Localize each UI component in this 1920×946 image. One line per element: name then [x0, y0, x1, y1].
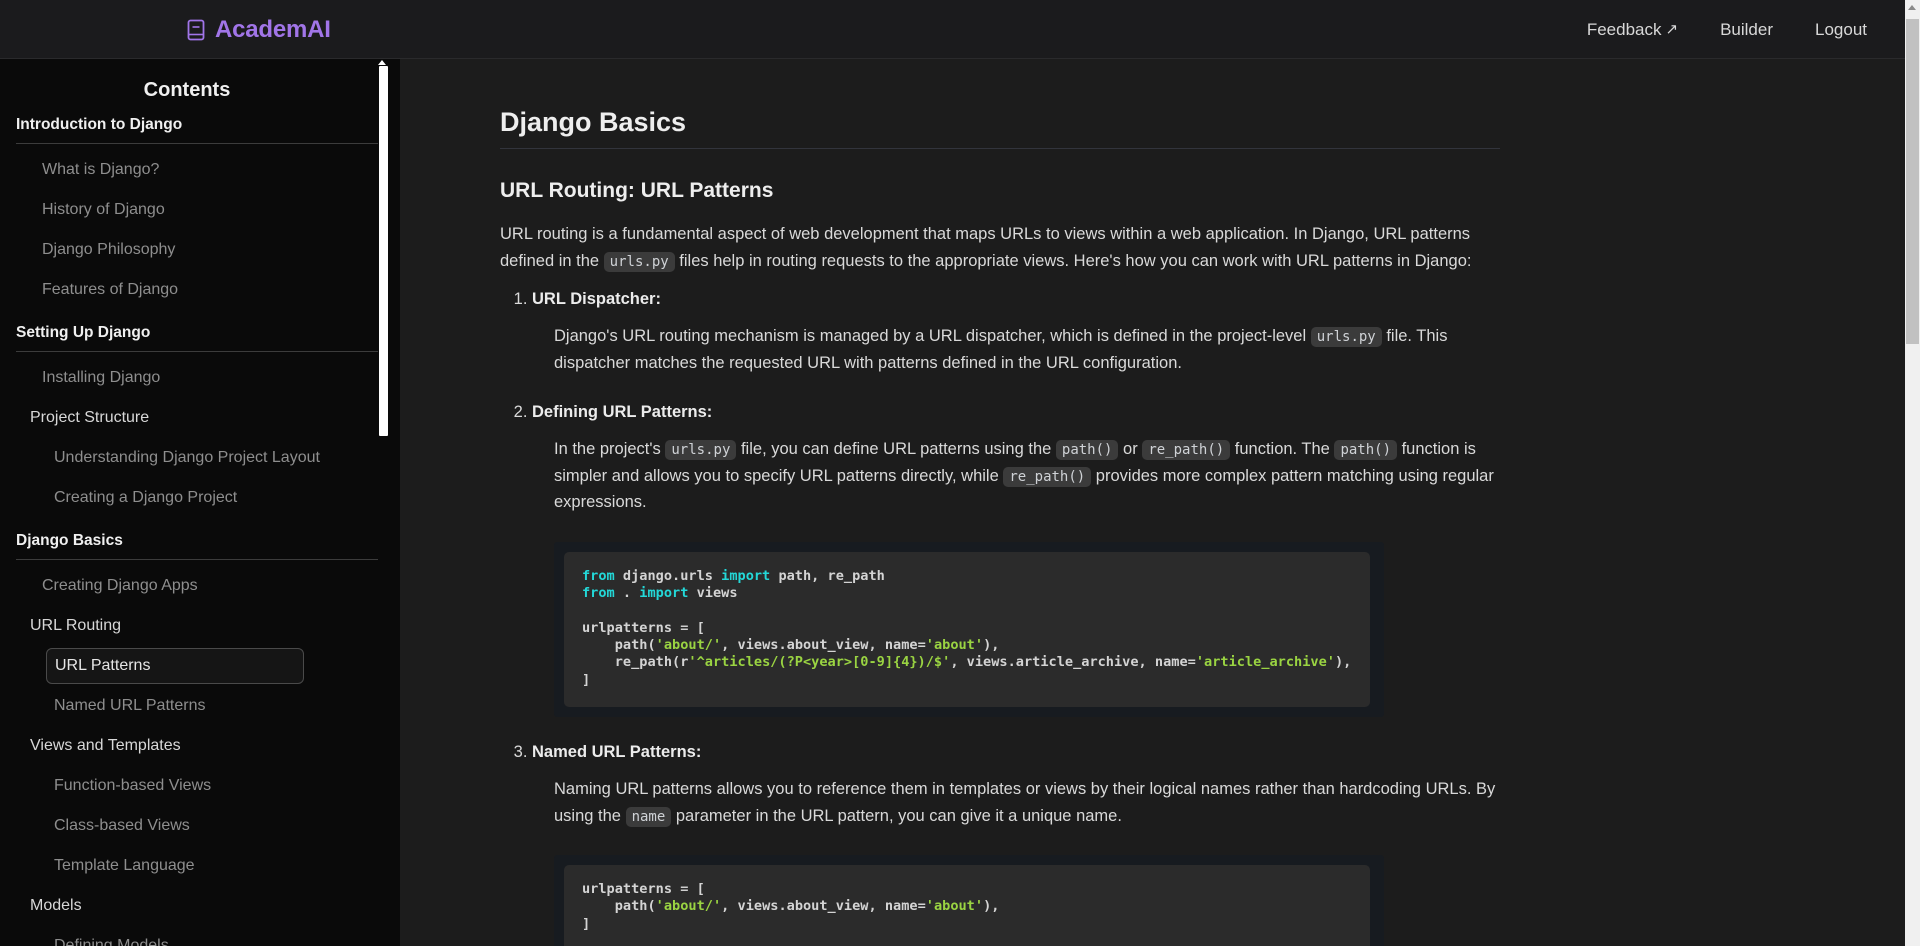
- step-3-heading: Named URL Patterns:: [532, 742, 702, 761]
- sidebar-item-installing-django[interactable]: Installing Django: [0, 358, 400, 398]
- step-2-text-4: function. The: [1230, 439, 1335, 458]
- sidebar-section-setting-up-django: Setting Up Django: [16, 324, 151, 341]
- book-icon: [186, 19, 206, 41]
- sidebar-item-django-philosophy[interactable]: Django Philosophy: [0, 230, 400, 270]
- step-1-heading: URL Dispatcher:: [532, 290, 661, 309]
- step-3-body: Naming URL patterns allows you to refere…: [554, 776, 1500, 829]
- step-2-text-3: or: [1118, 439, 1143, 458]
- sidebar-divider: [16, 143, 380, 144]
- step-1-text-1: Django's URL routing mechanism is manage…: [554, 327, 1311, 346]
- list-item: Named URL Patterns: Naming URL patterns …: [532, 743, 1500, 946]
- nav-link-logout[interactable]: Logout: [1815, 20, 1867, 40]
- title-divider: [500, 148, 1500, 149]
- step-2-text-1: In the project's: [554, 439, 666, 458]
- step-2-body: In the project's urls.py file, you can d…: [554, 436, 1500, 516]
- sidebar-item-models[interactable]: Models: [0, 886, 400, 926]
- sidebar-divider: [16, 351, 380, 352]
- sidebar-item-list: Introduction to Django What is Django? His…: [0, 116, 400, 946]
- sidebar-item-named-url-patterns[interactable]: Named URL Patterns: [0, 686, 400, 726]
- sidebar-section-introduction-to-django: Introduction to Django: [16, 116, 183, 133]
- nav-feedback-label: Feedback: [1586, 19, 1662, 39]
- sidebar-scroll-up-arrow-icon[interactable]: [378, 60, 386, 65]
- step-2-heading: Defining URL Patterns:: [532, 402, 713, 421]
- sidebar-scrollbar-thumb[interactable]: [379, 66, 388, 436]
- sidebar-item-function-based-views[interactable]: Function-based Views: [0, 766, 400, 806]
- main-content-area: Django Basics URL Routing: URL Patterns …: [400, 59, 1905, 946]
- inline-code-urls-py: urls.py: [603, 251, 675, 272]
- brand-logo-link[interactable]: AcademAI: [186, 0, 331, 59]
- step-2-text-2: file, you can define URL patterns using …: [736, 439, 1056, 458]
- inline-code-re-path-2: re_path(): [1003, 466, 1092, 487]
- external-link-arrow-icon: ↗: [1665, 21, 1679, 38]
- list-item: Defining URL Patterns: In the project's …: [532, 403, 1500, 717]
- sidebar-item-creating-a-django-project[interactable]: Creating a Django Project: [0, 478, 400, 518]
- list-item: URL Dispatcher: Django's URL routing mec…: [532, 290, 1500, 376]
- inline-code-path-2: path(): [1334, 439, 1398, 460]
- sidebar-item-project-structure[interactable]: Project Structure: [0, 398, 400, 438]
- sidebar-item-history-of-django[interactable]: History of Django: [0, 190, 400, 230]
- code-block-2[interactable]: urlpatterns = [ path('about/', views.abo…: [564, 865, 1370, 946]
- top-navigation: Feedback ↗ Builder Logout: [1587, 0, 1867, 59]
- code-block-container-1: from django.urls import path, re_path fr…: [554, 542, 1384, 717]
- sidebar-item-template-language[interactable]: Template Language: [0, 846, 400, 886]
- intro-text-part-2: files help in routing requests to the ap…: [674, 251, 1472, 270]
- nav-builder-label: Builder: [1720, 19, 1773, 39]
- document-body: Django Basics URL Routing: URL Patterns …: [500, 59, 1500, 946]
- sidebar-heading: Contents: [143, 79, 231, 101]
- brand-title: AcademAI: [215, 15, 331, 43]
- contents-sidebar: Contents Introduction to Django What is D…: [0, 59, 400, 946]
- sidebar-divider: [16, 559, 380, 560]
- sidebar-item-class-based-views[interactable]: Class-based Views: [0, 806, 400, 846]
- sidebar-item-url-routing[interactable]: URL Routing: [0, 606, 400, 646]
- sidebar-item-features-of-django[interactable]: Features of Django: [0, 270, 400, 310]
- page-body: Contents Introduction to Django What is D…: [0, 59, 1905, 946]
- nav-link-feedback[interactable]: Feedback ↗: [1587, 20, 1678, 40]
- inline-code-path: path(): [1055, 439, 1119, 460]
- inline-code-urls-py: urls.py: [1310, 327, 1382, 348]
- code-block-1[interactable]: from django.urls import path, re_path fr…: [564, 552, 1370, 707]
- code-block-container-2: urlpatterns = [ path('about/', views.abo…: [554, 855, 1384, 946]
- sidebar-item-views-and-templates[interactable]: Views and Templates: [0, 726, 400, 766]
- intro-paragraph: URL routing is a fundamental aspect of w…: [500, 221, 1500, 274]
- nav-logout-label: Logout: [1815, 19, 1867, 39]
- window-scroll-up-arrow-icon[interactable]: [1908, 5, 1916, 10]
- inline-code-urls-py: urls.py: [665, 439, 737, 460]
- page-title: Django Basics: [500, 107, 687, 137]
- sidebar-item-understanding-django-project-layout[interactable]: Understanding Django Project Layout: [0, 438, 400, 478]
- step-3-text-2: parameter in the URL pattern, you can gi…: [671, 806, 1122, 825]
- top-header-bar: AcademAI Feedback ↗ Builder Logout: [0, 0, 1905, 59]
- sidebar-item-what-is-django[interactable]: What is Django?: [0, 150, 400, 190]
- sidebar-item-url-patterns[interactable]: URL Patterns: [46, 648, 304, 684]
- step-1-body: Django's URL routing mechanism is manage…: [554, 323, 1500, 376]
- sidebar-item-creating-django-apps[interactable]: Creating Django Apps: [0, 566, 400, 606]
- steps-list: URL Dispatcher: Django's URL routing mec…: [500, 290, 1500, 946]
- sidebar-item-defining-models[interactable]: Defining Models: [0, 926, 400, 946]
- window-scrollbar-thumb[interactable]: [1906, 19, 1919, 344]
- inline-code-re-path: re_path(): [1142, 439, 1231, 460]
- inline-code-name: name: [625, 806, 672, 827]
- nav-link-builder[interactable]: Builder: [1720, 20, 1773, 40]
- sidebar-section-django-basics: Django Basics: [16, 532, 123, 549]
- section-subtitle: URL Routing: URL Patterns: [500, 179, 774, 202]
